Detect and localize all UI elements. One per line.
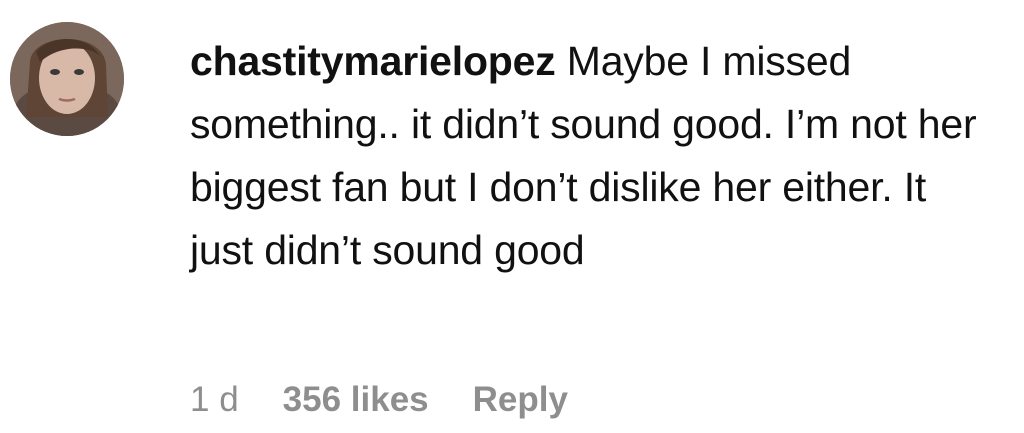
comment-body: chastitymarielopez Maybe I missed someth…: [190, 30, 990, 282]
comment-timestamp: 1 d: [190, 380, 239, 419]
likes-count[interactable]: 356 likes: [283, 380, 429, 420]
comment-text-block: chastitymarielopez Maybe I missed someth…: [190, 30, 990, 282]
avatar[interactable]: [10, 22, 124, 136]
comment-meta: 1 d 356 likes Reply: [190, 380, 568, 420]
user-profile-photo-icon: [10, 22, 124, 136]
comment-username[interactable]: chastitymarielopez: [190, 38, 556, 84]
reply-button[interactable]: Reply: [473, 380, 568, 420]
comment-item: chastitymarielopez Maybe I missed someth…: [0, 0, 1024, 433]
